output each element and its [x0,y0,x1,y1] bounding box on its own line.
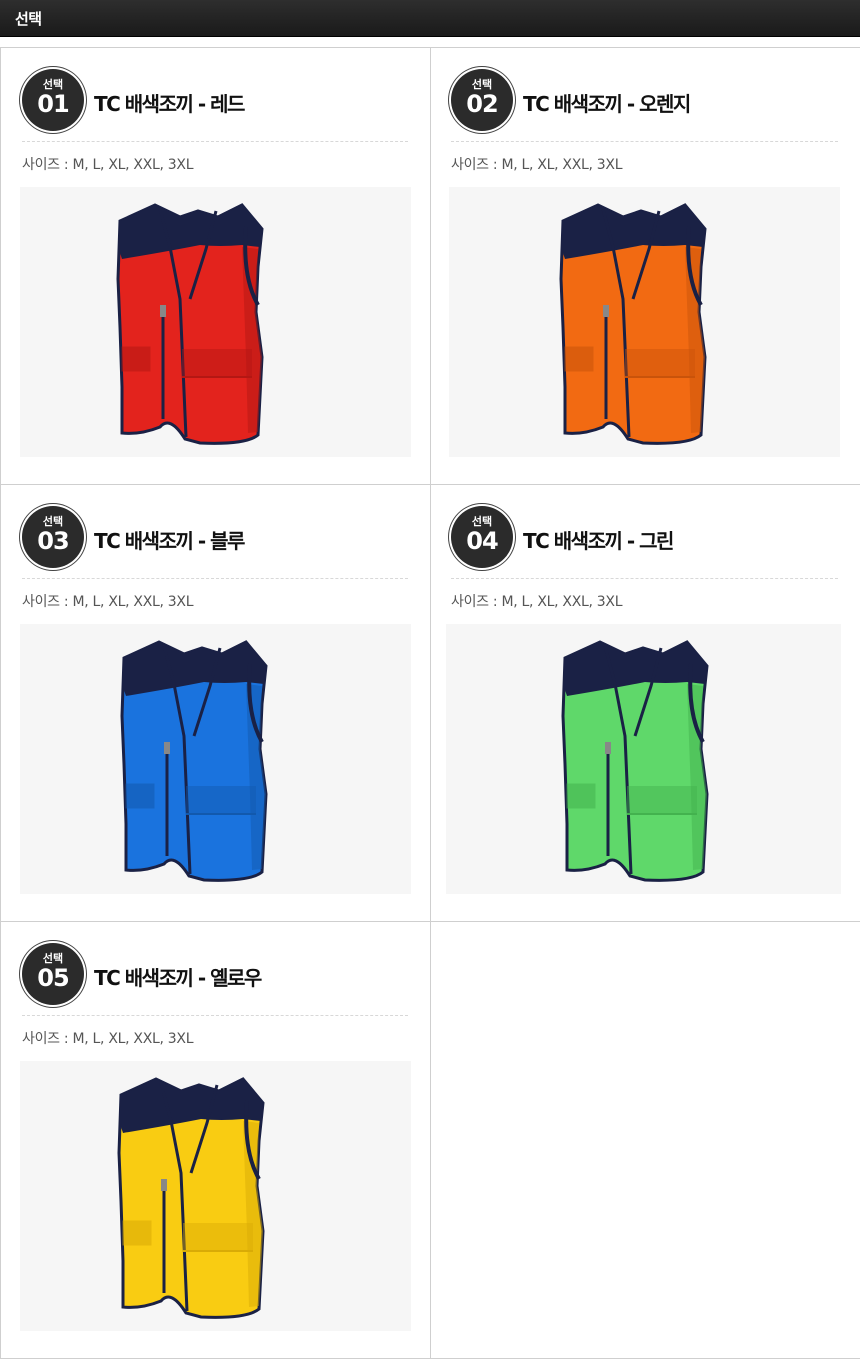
product-title: TC 배색조끼 - 블루 [94,529,245,553]
product-image[interactable] [20,187,411,457]
header-title: 선택 [15,10,42,28]
vest-right-pocket [183,1223,253,1251]
product-image[interactable] [20,624,411,894]
vest-right-pocket [182,349,252,377]
vest-illustration [561,640,709,882]
divider [22,141,408,142]
empty-cell [430,922,860,1359]
size-info: 사이즈 : M, L, XL, XXL, 3XL [22,594,194,610]
header-bar: 선택 [0,0,860,37]
product-grid: 선택 01 TC 배색조끼 - 레드 사이즈 : M, L, XL, XXL, … [0,47,860,1359]
product-option-04[interactable]: 선택 04 TC 배색조끼 - 그린 사이즈 : M, L, XL, XXL, … [430,485,860,922]
size-info: 사이즈 : M, L, XL, XXL, 3XL [22,1031,194,1047]
vest-illustration [559,203,707,445]
zipper-pull [603,305,609,317]
product-option-01[interactable]: 선택 01 TC 배색조끼 - 레드 사이즈 : M, L, XL, XXL, … [1,48,431,485]
vest-group [559,203,707,445]
product-option-02[interactable]: 선택 02 TC 배색조끼 - 오렌지 사이즈 : M, L, XL, XXL,… [430,48,860,485]
option-badge: 선택 02 [451,69,513,131]
product-title: TC 배색조끼 - 레드 [94,92,245,116]
vest-left-pocket [122,1220,152,1246]
divider [451,141,838,142]
vest-group [116,203,264,445]
vest-right-pocket [186,786,256,814]
option-badge: 선택 04 [451,506,513,568]
badge-number: 05 [37,964,69,992]
product-title: TC 배색조끼 - 옐로우 [94,966,262,990]
vest-illustration [117,1077,265,1319]
option-badge: 선택 05 [22,943,84,1005]
product-option-03[interactable]: 선택 03 TC 배색조끼 - 블루 사이즈 : M, L, XL, XXL, … [1,485,431,922]
vest-left-pocket [564,346,594,372]
divider [451,578,838,579]
zipper-pull [160,305,166,317]
divider [22,1015,408,1016]
option-badge: 선택 03 [22,506,84,568]
zipper-pull [605,742,611,754]
product-image[interactable] [449,187,840,457]
zipper-pull [164,742,170,754]
product-title: TC 배색조끼 - 그린 [523,529,674,553]
size-info: 사이즈 : M, L, XL, XXL, 3XL [451,594,623,610]
vest-group [120,640,268,882]
badge-number: 04 [466,527,498,555]
vest-group [117,1077,265,1319]
vest-right-pocket [625,349,695,377]
option-badge: 선택 01 [22,69,84,131]
vest-left-pocket [125,783,155,809]
divider [22,578,408,579]
vest-left-pocket [566,783,596,809]
size-info: 사이즈 : M, L, XL, XXL, 3XL [451,157,623,173]
badge-number: 03 [37,527,69,555]
size-info: 사이즈 : M, L, XL, XXL, 3XL [22,157,194,173]
vest-left-pocket [121,346,151,372]
vest-right-pocket [627,786,697,814]
product-title: TC 배색조끼 - 오렌지 [523,92,691,116]
product-image[interactable] [20,1061,411,1331]
vest-illustration [120,640,268,882]
vest-illustration [116,203,264,445]
vest-group [561,640,709,882]
product-image[interactable] [446,624,841,894]
badge-number: 01 [37,90,69,118]
badge-number: 02 [466,90,498,118]
product-option-05[interactable]: 선택 05 TC 배색조끼 - 옐로우 사이즈 : M, L, XL, XXL,… [1,922,431,1359]
zipper-pull [161,1179,167,1191]
